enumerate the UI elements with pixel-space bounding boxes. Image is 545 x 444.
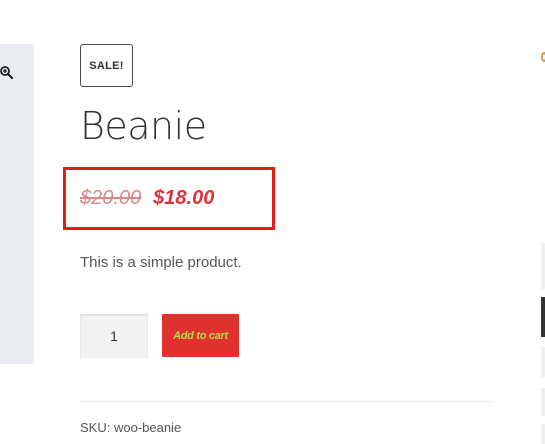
product-sku: SKU: woo-beanie [80,420,182,435]
product-page: SALE! Beanie $20.00 $18.00 This is a sim… [0,0,545,444]
product-gallery [0,44,34,364]
divider [80,401,492,402]
sidebar-fragment [541,424,545,444]
zoom-in-icon[interactable] [0,65,14,81]
sidebar-fragment [541,297,545,337]
sidebar-fragment-icon [541,52,545,62]
quantity-input[interactable] [80,314,148,358]
sale-badge: SALE! [80,44,133,87]
price-row: $20.00 $18.00 [80,187,214,210]
sidebar-fragment [541,347,545,377]
add-to-cart-button[interactable]: Add to cart [162,314,239,357]
short-description: This is a simple product. [80,254,242,271]
product-title: Beanie [80,104,207,148]
sale-price: $18.00 [153,187,215,209]
sidebar-fragment [541,388,545,416]
regular-price: $20.00 [80,187,142,209]
sidebar-fragment [541,243,545,289]
